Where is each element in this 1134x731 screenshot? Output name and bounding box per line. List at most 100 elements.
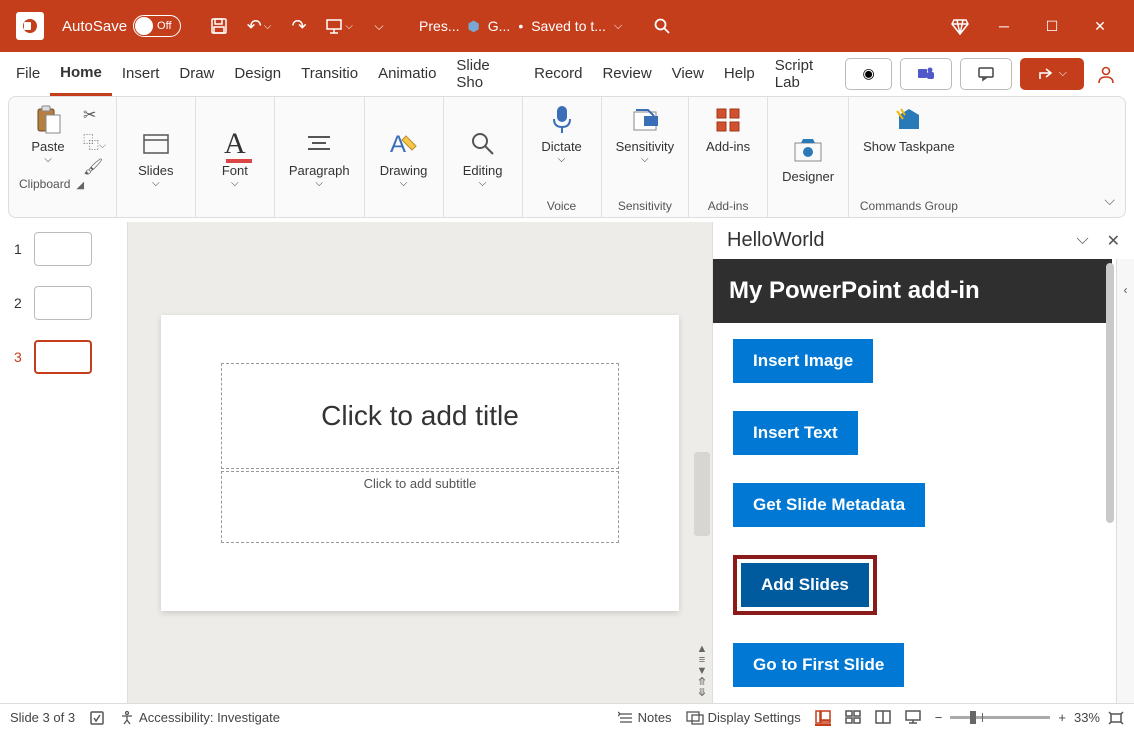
taskpane-collapse-icon[interactable]: ‹ bbox=[1116, 259, 1134, 703]
tab-file[interactable]: File bbox=[6, 52, 50, 96]
teams-button[interactable] bbox=[900, 58, 952, 90]
document-name[interactable]: Pres... bbox=[419, 18, 459, 34]
fit-view-icon[interactable] bbox=[1108, 711, 1124, 725]
insert-text-button[interactable]: Insert Text bbox=[733, 411, 858, 455]
save-status: Saved to t... bbox=[531, 18, 606, 34]
view-buttons bbox=[815, 710, 921, 726]
search-icon[interactable] bbox=[646, 10, 678, 42]
taskpane-title: HelloWorld bbox=[727, 229, 824, 252]
tab-review[interactable]: Review bbox=[592, 52, 661, 96]
tab-insert[interactable]: Insert bbox=[112, 52, 170, 96]
record-button[interactable]: ◉ bbox=[845, 58, 891, 90]
spellcheck-icon[interactable] bbox=[89, 710, 105, 726]
group-drawing: A Drawing bbox=[365, 97, 444, 217]
save-icon[interactable] bbox=[203, 10, 235, 42]
thumb-2[interactable]: 2 bbox=[14, 286, 113, 320]
commands-label: Commands Group bbox=[860, 199, 958, 215]
nav-arrows[interactable]: ▲≡▼⤊⤋ bbox=[694, 644, 710, 699]
add-slides-highlight: Add Slides bbox=[733, 555, 877, 615]
addins-button[interactable]: Add-ins bbox=[699, 101, 757, 156]
insert-image-button[interactable]: Insert Image bbox=[733, 339, 873, 383]
zoom-slider[interactable] bbox=[950, 716, 1050, 719]
format-painter-icon[interactable]: 🖌 bbox=[83, 157, 106, 177]
copy-icon[interactable]: ⿻⌵ bbox=[83, 129, 106, 153]
sensitivity-button[interactable]: Sensitivity bbox=[612, 101, 679, 167]
comments-button[interactable] bbox=[960, 58, 1012, 90]
slides-button[interactable]: Slides bbox=[127, 125, 185, 191]
canvas-scrollbar[interactable] bbox=[694, 452, 710, 536]
zoom-out-icon[interactable]: − bbox=[935, 710, 943, 725]
present-icon[interactable]: ⌵ bbox=[323, 10, 355, 42]
get-metadata-button[interactable]: Get Slide Metadata bbox=[733, 483, 925, 527]
sensitivity-label2: Sensitivity bbox=[618, 199, 672, 215]
zoom-in-icon[interactable]: + bbox=[1058, 710, 1066, 725]
share-button[interactable]: ⌵ bbox=[1020, 58, 1084, 90]
ribbon-expand-icon[interactable]: ⌵ bbox=[1104, 192, 1115, 209]
designer-button[interactable]: Designer bbox=[778, 131, 838, 186]
redo-icon[interactable]: ↷ bbox=[283, 10, 315, 42]
slideshow-view-icon[interactable] bbox=[905, 710, 921, 726]
autosave-label: AutoSave bbox=[62, 18, 127, 35]
tab-record[interactable]: Record bbox=[524, 52, 592, 96]
tab-transitions[interactable]: Transitio bbox=[291, 52, 368, 96]
group-clipboard: Paste ✂ ⿻⌵ 🖌 Clipboard ◢ bbox=[9, 97, 117, 217]
cut-icon[interactable]: ✂ bbox=[83, 105, 106, 125]
group-slides: Slides bbox=[117, 97, 196, 217]
taskpane-close-icon[interactable]: ✕ bbox=[1107, 231, 1120, 251]
status-bar: Slide 3 of 3 Accessibility: Investigate … bbox=[0, 703, 1134, 731]
tab-view[interactable]: View bbox=[662, 52, 714, 96]
slide-counter[interactable]: Slide 3 of 3 bbox=[10, 710, 75, 725]
undo-icon[interactable]: ↶⌵ bbox=[243, 10, 275, 42]
zoom-percent[interactable]: 33% bbox=[1074, 710, 1100, 725]
normal-view-icon[interactable] bbox=[815, 710, 831, 726]
thumb-1[interactable]: 1 bbox=[14, 232, 113, 266]
tab-design[interactable]: Design bbox=[224, 52, 291, 96]
group-editing: Editing bbox=[444, 97, 523, 217]
group-designer: Designer bbox=[768, 97, 849, 217]
taskpane-scrollbar[interactable] bbox=[1106, 263, 1114, 523]
qat-more-icon[interactable]: ⌵ bbox=[363, 10, 395, 42]
tab-draw[interactable]: Draw bbox=[169, 52, 224, 96]
thumb-3[interactable]: 3 bbox=[14, 340, 113, 374]
slide-canvas-area: Click to add title Click to add subtitle… bbox=[128, 222, 712, 703]
group-font: A Font bbox=[196, 97, 275, 217]
accessibility-button[interactable]: Accessibility: Investigate bbox=[119, 710, 280, 726]
font-button[interactable]: A Font bbox=[206, 125, 264, 191]
group-paragraph: Paragraph bbox=[275, 97, 365, 217]
account-icon[interactable] bbox=[1092, 64, 1120, 84]
tab-help[interactable]: Help bbox=[714, 52, 765, 96]
zoom-control: − + 33% bbox=[935, 710, 1124, 725]
add-slides-button[interactable]: Add Slides bbox=[741, 563, 869, 607]
maximize-button[interactable]: ☐ bbox=[1028, 2, 1076, 50]
display-settings-button[interactable]: Display Settings bbox=[686, 710, 801, 725]
notes-button[interactable]: Notes bbox=[618, 710, 672, 725]
subtitle-placeholder[interactable]: Click to add subtitle bbox=[221, 471, 619, 543]
paragraph-button[interactable]: Paragraph bbox=[285, 125, 354, 191]
tab-slideshow[interactable]: Slide Sho bbox=[446, 52, 524, 96]
sorter-view-icon[interactable] bbox=[845, 710, 861, 726]
title-placeholder[interactable]: Click to add title bbox=[221, 363, 619, 469]
tab-home[interactable]: Home bbox=[50, 52, 112, 96]
group-sensitivity: Sensitivity Sensitivity bbox=[602, 97, 690, 217]
taskpane-dropdown-icon[interactable]: ⌵ bbox=[1076, 231, 1088, 251]
drawing-button[interactable]: A Drawing bbox=[375, 125, 433, 191]
reading-view-icon[interactable] bbox=[875, 710, 891, 726]
first-slide-button[interactable]: Go to First Slide bbox=[733, 643, 904, 687]
dictate-button[interactable]: Dictate bbox=[533, 101, 591, 167]
autosave-toggle[interactable]: Off bbox=[133, 15, 181, 37]
taskpane-header: HelloWorld ⌵ ✕ bbox=[713, 222, 1134, 259]
minimize-button[interactable]: ─ bbox=[980, 2, 1028, 50]
clipboard-label: Clipboard bbox=[19, 177, 70, 193]
tab-scriptlab[interactable]: Script Lab bbox=[765, 52, 846, 96]
autosave-state: Off bbox=[157, 20, 171, 32]
slide[interactable]: Click to add title Click to add subtitle bbox=[161, 315, 679, 611]
close-button[interactable]: ✕ bbox=[1076, 2, 1124, 50]
addins-label: Add-ins bbox=[708, 199, 749, 215]
editing-button[interactable]: Editing bbox=[454, 125, 512, 191]
tab-animations[interactable]: Animatio bbox=[368, 52, 446, 96]
show-taskpane-button[interactable]: Show Taskpane bbox=[859, 101, 959, 156]
diamond-icon[interactable] bbox=[944, 10, 976, 42]
clipboard-launcher[interactable]: ◢ bbox=[76, 180, 84, 191]
paste-button[interactable]: Paste bbox=[19, 101, 77, 177]
group-addins: Add-ins Add-ins bbox=[689, 97, 768, 217]
